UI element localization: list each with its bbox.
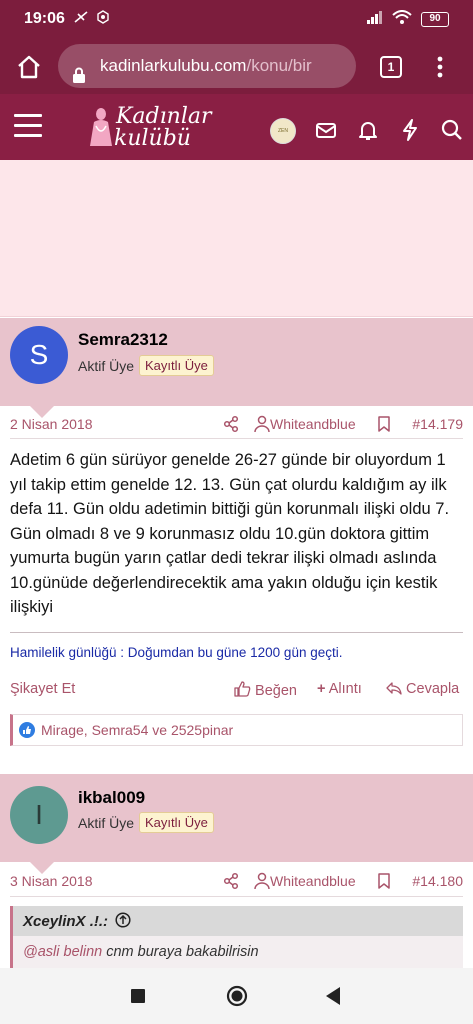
browser-toolbar: kadinlarkulubu.com/konu/bir 1	[0, 40, 473, 94]
home-button[interactable]	[14, 52, 44, 82]
post-username[interactable]: ikbal009	[78, 788, 145, 808]
thread-author-link[interactable]: Whiteandblue	[270, 416, 356, 432]
recent-apps-button[interactable]	[131, 989, 145, 1008]
quote-text: @asli belinn cnm buraya bakabilrisin	[23, 944, 259, 960]
mute-notification-icon	[74, 10, 88, 27]
url-domain: kadinlarkulubu.com	[100, 56, 247, 75]
ad-placeholder	[0, 160, 473, 317]
mail-icon[interactable]	[314, 118, 338, 142]
like-reaction-icon	[19, 722, 35, 738]
quote-mention[interactable]: @asli belinn	[23, 944, 102, 960]
status-bar: 19:06 90	[0, 0, 473, 40]
signal-icon	[366, 10, 384, 27]
share-icon[interactable]	[222, 872, 240, 890]
thread-author-link[interactable]: Whiteandblue	[270, 873, 356, 889]
quote-label: Alıntı	[328, 681, 362, 697]
home-nav-button[interactable]	[226, 985, 248, 1012]
divider	[10, 896, 463, 897]
post-number[interactable]: #14.179	[412, 416, 463, 432]
divider	[10, 632, 463, 633]
user-role: Aktif Üye	[78, 358, 135, 374]
logo-text-line2: kulübü	[114, 126, 191, 151]
like-label: Beğen	[255, 683, 297, 699]
search-icon[interactable]	[440, 118, 464, 142]
reply-label: Cevapla	[406, 681, 460, 697]
post-header: S Semra2312 Aktif Üye Kayıtlı Üye	[0, 318, 473, 406]
lightning-icon[interactable]	[398, 118, 422, 142]
user-icon	[254, 415, 270, 433]
hamburger-menu-icon[interactable]	[14, 114, 42, 138]
post-username[interactable]: Semra2312	[78, 330, 168, 350]
post-signature: Hamilelik günlüğü : Doğumdan bu güne 120…	[10, 645, 343, 660]
report-button[interactable]: Şikayet Et	[10, 681, 75, 697]
quote-button[interactable]: + Alıntı	[317, 681, 362, 697]
url-path: /konu/bir	[246, 56, 312, 75]
post-date[interactable]: 2 Nisan 2018	[10, 416, 93, 432]
bookmark-icon[interactable]	[377, 415, 391, 433]
settings-notification-icon	[96, 10, 110, 27]
logo-figure-icon	[90, 108, 112, 146]
reply-icon	[386, 682, 402, 695]
post-header: I ikbal009 Aktif Üye Kayıtlı Üye	[0, 774, 473, 862]
post-message: Adetim 6 gün sürüyor genelde 26-27 günde…	[10, 451, 450, 616]
reply-button[interactable]: Cevapla	[386, 681, 459, 697]
divider	[10, 438, 463, 439]
user-avatar[interactable]: ZEN DEFNE	[270, 118, 296, 144]
status-time: 19:06	[24, 10, 65, 27]
bookmark-icon[interactable]	[377, 872, 391, 890]
wifi-icon	[392, 10, 412, 27]
avatar[interactable]: S	[10, 326, 68, 384]
url-field[interactable]: kadinlarkulubu.com/konu/bir	[58, 44, 356, 88]
go-to-quote-icon[interactable]	[115, 912, 131, 928]
quote-body: cnm buraya bakabilrisin	[102, 944, 259, 960]
thumbs-up-icon	[234, 681, 251, 697]
post-number[interactable]: #14.180	[412, 873, 463, 889]
user-icon	[254, 872, 270, 890]
system-navigation-bar	[0, 968, 473, 1024]
post-actions: Şikayet Et Beğen + Alıntı Cevapla	[0, 681, 473, 701]
bell-icon[interactable]	[356, 118, 380, 142]
reactions-list[interactable]: Mirage, Semra54 ve 2525pinar	[41, 722, 233, 738]
site-logo[interactable]: Kadınlar kulübü	[86, 102, 216, 152]
more-options-icon[interactable]	[430, 54, 450, 80]
user-badge: Kayıtlı Üye	[139, 812, 214, 833]
share-icon[interactable]	[222, 415, 240, 433]
quote-block: XceylinX .!.: @asli belinn cnm buraya ba…	[10, 906, 463, 968]
user-role: Aktif Üye	[78, 815, 135, 831]
back-button[interactable]	[326, 987, 340, 1010]
quote-header: XceylinX .!.:	[13, 906, 463, 936]
tab-switcher-button[interactable]: 1	[380, 56, 402, 78]
reactions-bar[interactable]: Mirage, Semra54 ve 2525pinar	[10, 714, 463, 746]
post-date[interactable]: 3 Nisan 2018	[10, 873, 93, 889]
plus-icon: +	[317, 681, 326, 697]
avatar[interactable]: I	[10, 786, 68, 844]
battery-indicator: 90	[421, 12, 449, 27]
lock-icon	[72, 57, 86, 83]
quote-author[interactable]: XceylinX .!.:	[23, 913, 108, 930]
user-badge: Kayıtlı Üye	[139, 355, 214, 376]
like-button[interactable]: Beğen	[234, 681, 297, 699]
